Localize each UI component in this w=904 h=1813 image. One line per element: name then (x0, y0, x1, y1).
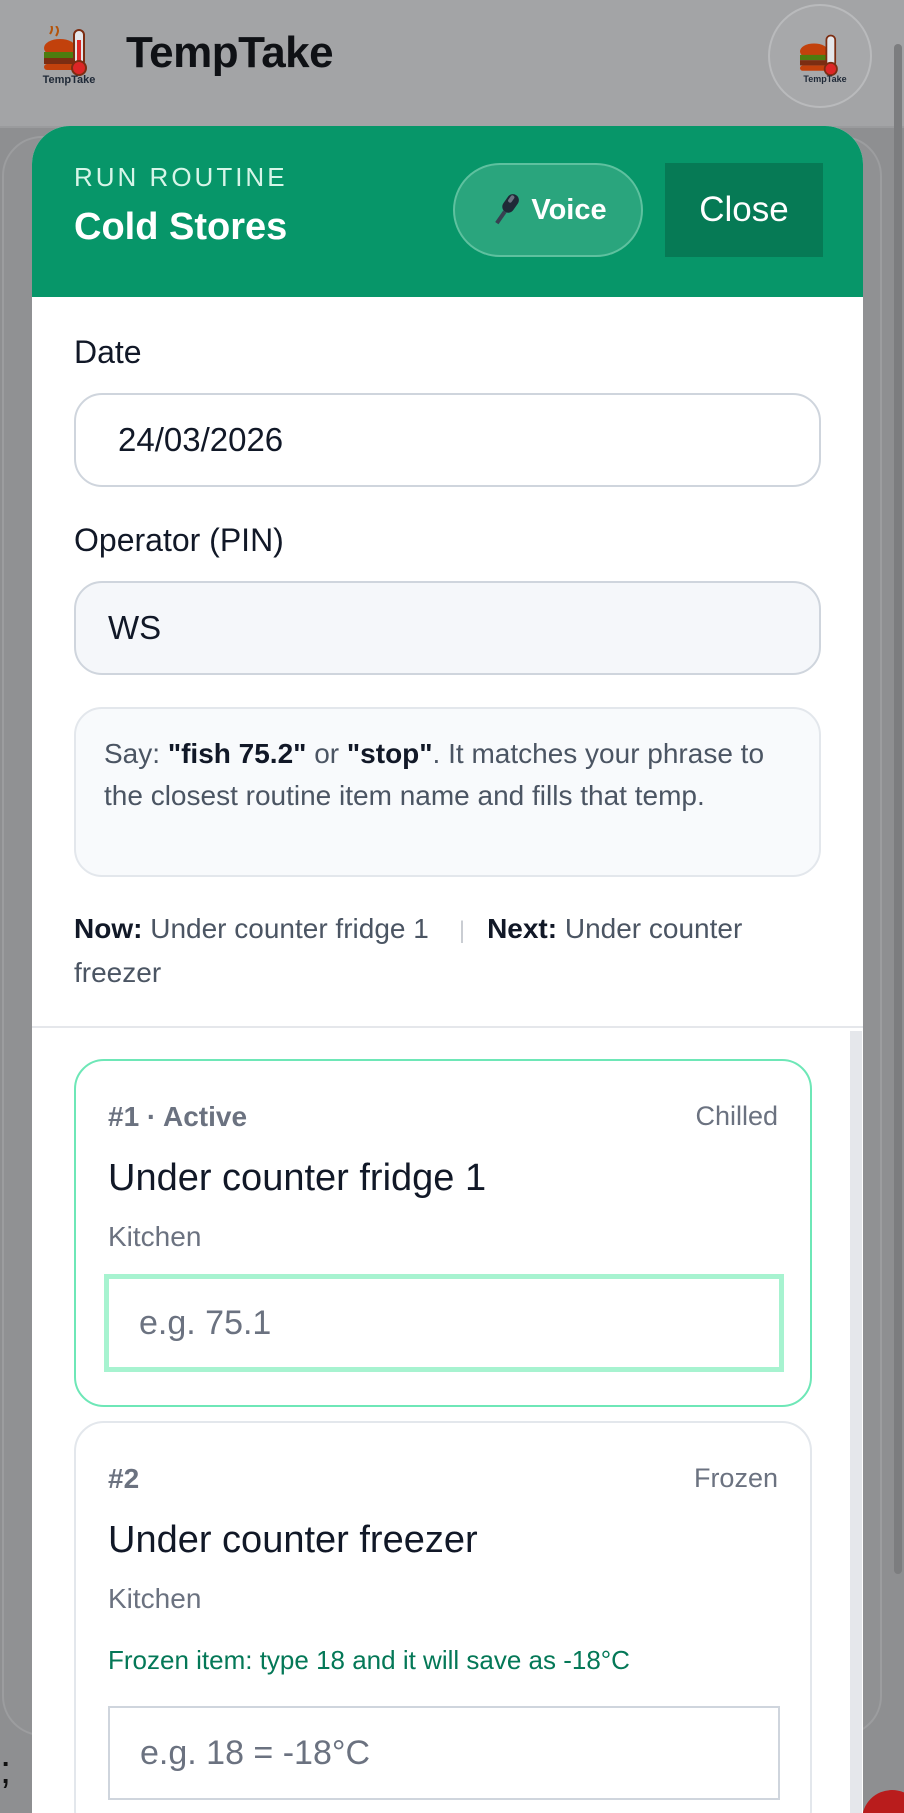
background-text: ; (0, 1748, 12, 1792)
item-location: Kitchen (108, 1221, 202, 1252)
hint-say: Say: (104, 738, 168, 769)
page-scrollbar[interactable] (894, 44, 902, 1574)
item-location: Kitchen (108, 1583, 202, 1614)
date-label: Date (74, 334, 142, 370)
app-header: TempTake TempTake TempTake (0, 0, 904, 128)
voice-button[interactable]: Voice (453, 163, 643, 257)
voice-button-label: Voice (531, 193, 607, 226)
date-field[interactable]: 24/03/2026 (74, 393, 821, 487)
temperature-input-placeholder: e.g. 18 = -18°C (140, 1733, 371, 1772)
modal-header: RUN ROUTINE Cold Stores Voice Close (32, 126, 863, 297)
thermometer-burger-logo-icon (800, 34, 838, 77)
routine-item-card[interactable]: #1 · Active Chilled Under counter fridge… (74, 1059, 812, 1407)
voice-hint: Say: "fish 75.2" or "stop". It matches y… (74, 707, 821, 877)
avatar-logo: TempTake (792, 32, 852, 94)
hint-example-fish: "fish 75.2" (167, 738, 307, 769)
operator-pin-field[interactable]: WS (74, 581, 821, 675)
frozen-item-note: Frozen item: type 18 and it will save as… (108, 1645, 630, 1675)
modal-kicker: RUN ROUTINE (74, 162, 288, 192)
close-button[interactable]: Close (665, 163, 823, 257)
temperature-input[interactable]: e.g. 75.1 (104, 1274, 784, 1372)
hint-or: or (306, 738, 347, 769)
temperature-input[interactable]: e.g. 18 = -18°C (108, 1706, 780, 1800)
modal-title: Cold Stores (74, 206, 288, 248)
app-title: TempTake (126, 28, 334, 77)
run-routine-modal: RUN ROUTINE Cold Stores Voice Close Date… (32, 126, 863, 1813)
app-logo: TempTake (36, 23, 102, 88)
routine-item-card[interactable]: #2 Frozen Under counter freezer Kitchen … (74, 1421, 812, 1813)
date-value: 24/03/2026 (118, 421, 284, 458)
floating-action-badge[interactable] (862, 1790, 904, 1813)
item-number: #2 (108, 1463, 140, 1494)
thermometer-burger-logo-icon (44, 23, 87, 76)
section-divider (32, 1026, 863, 1028)
microphone-icon (489, 190, 523, 230)
item-name: Under counter freezer (108, 1519, 478, 1561)
account-avatar-button[interactable]: TempTake (768, 4, 872, 108)
now-label: Now: (74, 913, 143, 944)
avatar-logo-caption: TempTake (803, 74, 847, 84)
temperature-input-placeholder: e.g. 75.1 (139, 1303, 272, 1342)
logo-caption: TempTake (42, 74, 96, 86)
now-value: Under counter fridge 1 (150, 913, 429, 944)
item-category: Chilled (695, 1101, 778, 1131)
operator-label: Operator (PIN) (74, 522, 284, 558)
item-name: Under counter fridge 1 (108, 1157, 487, 1199)
item-category: Frozen (693, 1463, 778, 1493)
item-number: #1 · Active (108, 1101, 248, 1132)
next-label: Next: (487, 913, 558, 944)
hint-example-stop: "stop" (346, 738, 433, 769)
operator-value: WS (108, 609, 162, 646)
now-next-separator: | (458, 917, 466, 944)
now-next-status: Now: Under counter fridge 1 | Next: Under … (74, 908, 834, 994)
modal-scrollbar[interactable] (850, 1031, 862, 1813)
